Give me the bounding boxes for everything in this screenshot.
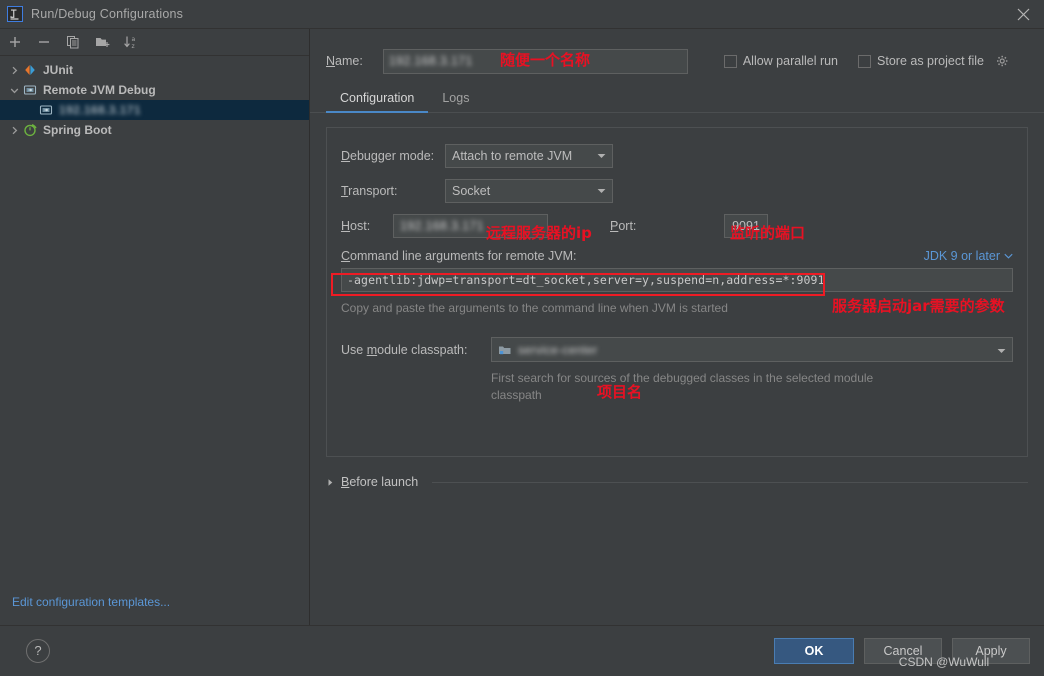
- module-classpath-hint: First search for sources of the debugged…: [491, 371, 874, 402]
- before-launch-label: Before launch: [341, 475, 419, 489]
- dialog-body: a z JUnit Remote JVM Debug 192.168.3.171…: [0, 29, 1044, 625]
- host-input[interactable]: 192.168.3.171: [393, 214, 548, 238]
- command-line-arguments-label: Command line arguments for remote JVM:: [341, 249, 577, 263]
- chevron-down-icon: [585, 188, 606, 194]
- cancel-button[interactable]: Cancel: [864, 637, 942, 664]
- module-classpath-label: Use module classpath:: [341, 342, 468, 357]
- chevron-right-icon[interactable]: [6, 62, 22, 78]
- dialog-footer: ? OK Cancel Apply: [0, 625, 1044, 675]
- chevron-right-icon[interactable]: [6, 122, 22, 138]
- debugger-mode-row: Debugger mode: Attach to remote JVM: [341, 144, 1013, 168]
- gear-icon[interactable]: [996, 55, 1009, 68]
- help-button[interactable]: ?: [26, 638, 50, 663]
- checkbox-box: [723, 54, 737, 68]
- remove-configuration-button[interactable]: [35, 33, 53, 51]
- chevron-down-icon: [585, 153, 606, 159]
- name-row-options: Allow parallel run Store as project file: [723, 54, 1009, 68]
- tree-item-spring-boot[interactable]: Spring Boot: [0, 120, 309, 140]
- close-icon[interactable]: [1012, 3, 1034, 25]
- transport-label: Transport:: [341, 184, 398, 198]
- store-as-project-file-checkbox[interactable]: Store as project file: [858, 54, 1009, 68]
- tree-item-label: JUnit: [43, 63, 73, 77]
- name-input[interactable]: 192.168.3.171: [382, 48, 688, 74]
- transport-select[interactable]: Socket: [445, 179, 613, 203]
- intellij-idea-logo: [7, 6, 23, 22]
- port-input-value: 9091: [732, 219, 760, 233]
- configurations-sidebar: a z JUnit Remote JVM Debug 192.168.3.171…: [0, 29, 310, 625]
- tab-configuration[interactable]: Configuration: [326, 91, 429, 113]
- tab-logs[interactable]: Logs: [428, 91, 483, 112]
- host-input-value: 192.168.3.171: [400, 219, 484, 233]
- new-folder-button[interactable]: [93, 33, 111, 51]
- module-classpath-value: service-center: [518, 342, 598, 357]
- ok-button[interactable]: OK: [774, 637, 854, 664]
- tree-item-label: 192.168.3.171: [59, 103, 141, 117]
- name-label: Name:: [326, 54, 363, 68]
- command-line-arguments-hint: Copy and paste the arguments to the comm…: [341, 301, 728, 315]
- configuration-editor: Name: 192.168.3.171 Allow parallel run S…: [310, 29, 1044, 625]
- tree-item-remote-config[interactable]: 192.168.3.171: [0, 100, 309, 120]
- debugger-mode-value: Attach to remote JVM: [452, 149, 573, 163]
- configurations-tree: JUnit Remote JVM Debug 192.168.3.171 Spr…: [0, 56, 309, 595]
- command-line-arguments-field[interactable]: -agentlib:jdwp=transport=dt_socket,serve…: [341, 268, 1013, 292]
- configuration-panel: Debugger mode: Attach to remote JVM Tran…: [326, 127, 1028, 457]
- remote-jvm-debug-icon: [22, 82, 38, 98]
- tree-item-junit[interactable]: JUnit: [0, 60, 309, 80]
- transport-value: Socket: [452, 184, 491, 198]
- svg-text:z: z: [131, 43, 134, 49]
- tree-item-remote-jvm-debug[interactable]: Remote JVM Debug: [0, 80, 309, 100]
- before-launch-section[interactable]: Before launch: [326, 475, 1028, 489]
- allow-parallel-run-checkbox[interactable]: Allow parallel run: [723, 54, 839, 68]
- name-input-value: 192.168.3.171: [388, 54, 473, 68]
- tree-item-label: Spring Boot: [43, 123, 112, 137]
- host-label: Host:: [341, 219, 371, 233]
- chevron-down-icon[interactable]: [6, 82, 22, 98]
- store-as-project-file-label: Store as project file: [877, 54, 985, 68]
- host-port-row: Host: 192.168.3.171 Port: 9091: [341, 214, 1013, 238]
- junit-icon: [22, 62, 38, 78]
- module-icon: [498, 343, 512, 357]
- add-configuration-button[interactable]: [6, 33, 24, 51]
- editor-tabs: Configuration Logs: [310, 83, 1044, 113]
- remote-jvm-debug-icon: [38, 102, 54, 118]
- debugger-mode-label: Debugger mode:: [341, 149, 435, 163]
- sidebar-toolbar: a z: [0, 29, 309, 56]
- title-bar: Run/Debug Configurations: [0, 0, 1044, 29]
- dialog-buttons: OK Cancel Apply: [774, 637, 1030, 664]
- window-title: Run/Debug Configurations: [31, 7, 184, 21]
- edit-configuration-templates-link[interactable]: Edit configuration templates...: [0, 595, 309, 625]
- allow-parallel-run-label: Allow parallel run: [742, 54, 839, 68]
- sort-alphabetical-icon[interactable]: a z: [122, 33, 140, 51]
- transport-row: Transport: Socket: [341, 179, 1013, 203]
- chevron-right-icon[interactable]: [326, 478, 335, 487]
- debugger-mode-select[interactable]: Attach to remote JVM: [445, 144, 613, 168]
- module-classpath-row: Use module classpath: service-center: [341, 337, 1013, 362]
- apply-button[interactable]: Apply: [952, 637, 1030, 664]
- module-classpath-select[interactable]: service-center: [491, 337, 1013, 362]
- section-divider: [432, 481, 1028, 483]
- spring-boot-icon: [22, 122, 38, 138]
- tree-item-label: Remote JVM Debug: [43, 83, 156, 97]
- port-input[interactable]: 9091: [724, 214, 768, 238]
- jdk-version-select[interactable]: JDK 9 or later: [924, 249, 1013, 263]
- name-row: Name: 192.168.3.171 Allow parallel run S…: [310, 29, 1044, 77]
- command-line-arguments-value: -agentlib:jdwp=transport=dt_socket,serve…: [347, 273, 825, 287]
- port-label: Port:: [610, 219, 637, 233]
- copy-configuration-button[interactable]: [64, 33, 82, 51]
- jdk-version-label: JDK 9 or later: [923, 249, 1000, 263]
- checkbox-box: [858, 54, 872, 68]
- command-line-arguments-label-row: Command line arguments for remote JVM: J…: [341, 249, 1013, 263]
- chevron-down-icon: [997, 343, 1006, 357]
